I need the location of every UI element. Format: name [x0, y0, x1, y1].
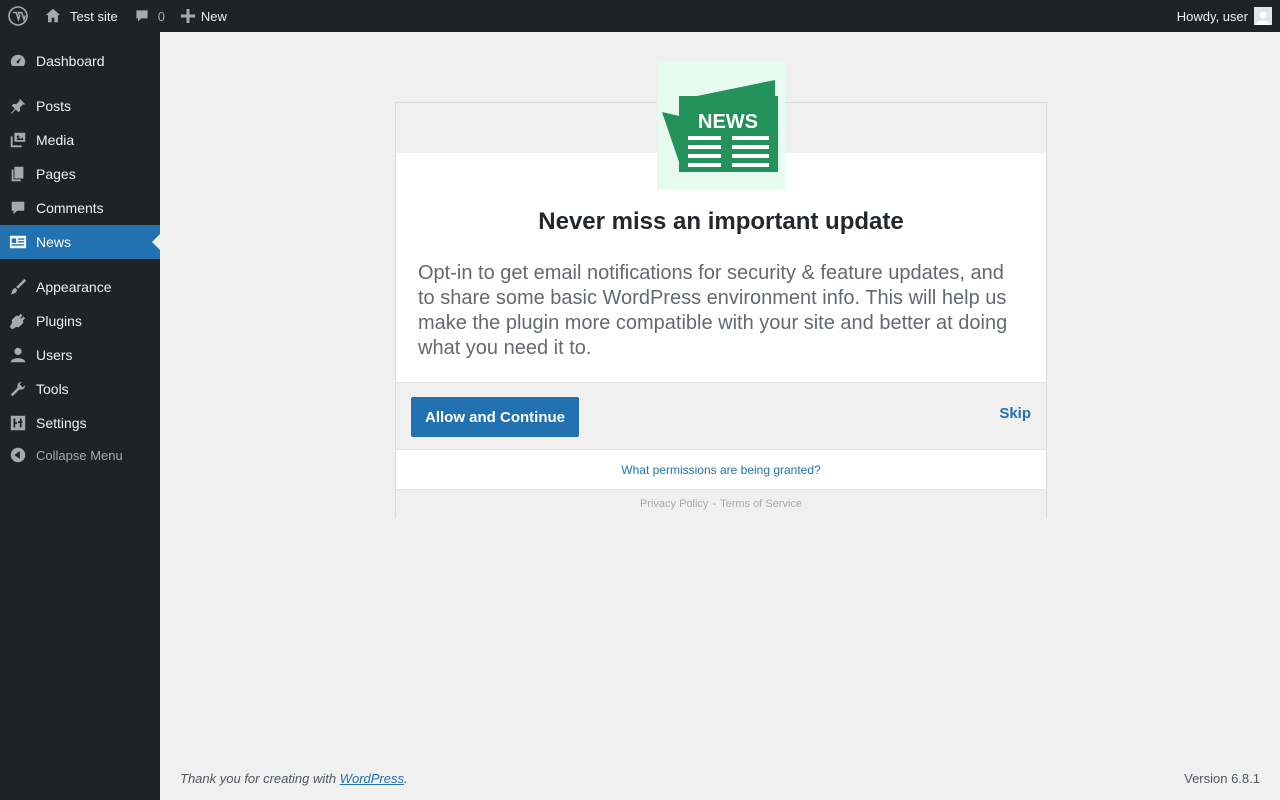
- sidebar-item-label: Plugins: [36, 313, 82, 329]
- user-avatar-icon: [1256, 11, 1270, 25]
- sidebar-item-settings[interactable]: Settings: [0, 406, 160, 440]
- terms-of-service-link[interactable]: Terms of Service: [720, 498, 802, 510]
- comments-icon: [0, 191, 36, 225]
- comment-bubble-icon: [136, 10, 148, 22]
- site-name: Test site: [70, 8, 118, 24]
- sidebar-item-label: Dashboard: [36, 53, 105, 69]
- pages-icon: [0, 157, 36, 191]
- footer-thanks-suffix: .: [404, 771, 408, 786]
- plugin-logo: NEWS: [657, 62, 785, 190]
- sidebar-item-plugins[interactable]: Plugins: [0, 304, 160, 338]
- admin-sidebar: Dashboard Posts Media Pages Comments New…: [0, 32, 160, 800]
- site-name-link[interactable]: Test site: [36, 0, 126, 32]
- avatar: [1254, 7, 1272, 25]
- footer-thanks: Thank you for creating with WordPress.: [180, 771, 408, 786]
- sidebar-item-label: News: [36, 234, 72, 250]
- allow-and-continue-button[interactable]: Allow and Continue: [411, 397, 579, 437]
- pin-icon: [0, 89, 36, 123]
- sidebar-item-label: Comments: [36, 200, 104, 216]
- sidebar-item-pages[interactable]: Pages: [0, 157, 160, 191]
- media-icon: [0, 123, 36, 157]
- new-label: New: [200, 8, 227, 24]
- comments-link[interactable]: 0: [126, 0, 173, 32]
- admin-bar: Test site 0 New Howdy, user: [0, 0, 1280, 32]
- wrench-icon: [0, 372, 36, 406]
- privacy-policy-link[interactable]: Privacy Policy: [640, 498, 708, 510]
- dashboard-icon: [0, 44, 36, 78]
- sidebar-item-label: Pages: [36, 166, 76, 182]
- terms-separator: -: [712, 498, 717, 510]
- user-icon: [0, 338, 36, 372]
- collapse-menu-label: Collapse Menu: [36, 447, 123, 463]
- plus-icon: [180, 9, 195, 23]
- comments-count: 0: [157, 8, 165, 24]
- sidebar-item-label: Appearance: [36, 279, 112, 295]
- sidebar-item-label: Settings: [36, 415, 87, 431]
- sidebar-item-dashboard[interactable]: Dashboard: [0, 44, 160, 78]
- plugin-icon-text: NEWS: [698, 111, 758, 133]
- newspaper-icon: NEWS: [662, 80, 778, 172]
- footer-thanks-prefix: Thank you for creating with: [180, 771, 337, 786]
- collapse-menu-button[interactable]: Collapse Menu: [0, 438, 160, 472]
- brush-icon: [0, 270, 36, 304]
- collapse-arrow-icon: [0, 438, 36, 472]
- skip-button[interactable]: Skip: [999, 405, 1031, 422]
- sidebar-item-label: Tools: [36, 381, 69, 397]
- opt-in-dialog: NEWS Never miss an important update Opt-…: [395, 62, 1047, 518]
- permissions-row: What permissions are being granted?: [396, 451, 1046, 489]
- sidebar-item-news[interactable]: News: [0, 225, 160, 259]
- sidebar-item-tools[interactable]: Tools: [0, 372, 160, 406]
- new-content-button[interactable]: New: [173, 0, 235, 32]
- terms-row: Privacy Policy - Terms of Service: [396, 489, 1046, 518]
- howdy-text: Howdy, user: [1176, 8, 1248, 24]
- permissions-link[interactable]: What permissions are being granted?: [621, 463, 820, 477]
- sidebar-item-posts[interactable]: Posts: [0, 89, 160, 123]
- sidebar-item-comments[interactable]: Comments: [0, 191, 160, 225]
- wordpress-logo-button[interactable]: [0, 0, 36, 32]
- my-account-menu[interactable]: Howdy, user: [1177, 7, 1280, 25]
- dialog-heading: Never miss an important update: [538, 208, 904, 235]
- sidebar-item-appearance[interactable]: Appearance: [0, 270, 160, 304]
- sidebar-item-label: Posts: [36, 98, 72, 114]
- plugin-icon: [0, 304, 36, 338]
- sidebar-item-label: Media: [36, 132, 75, 148]
- settings-icon: [0, 406, 36, 440]
- sidebar-item-users[interactable]: Users: [0, 338, 160, 372]
- wordpress-link[interactable]: WordPress: [340, 771, 404, 786]
- sidebar-item-media[interactable]: Media: [0, 123, 160, 157]
- home-icon: [45, 8, 61, 23]
- dialog-body-text: Opt-in to get email notifications for se…: [418, 262, 1008, 359]
- news-icon: [0, 225, 36, 259]
- dialog-actions: Allow and Continue Skip: [396, 382, 1046, 450]
- footer-version: Version 6.8.1: [1184, 771, 1260, 786]
- wordpress-logo-icon: [8, 6, 28, 26]
- sidebar-item-label: Users: [36, 347, 73, 363]
